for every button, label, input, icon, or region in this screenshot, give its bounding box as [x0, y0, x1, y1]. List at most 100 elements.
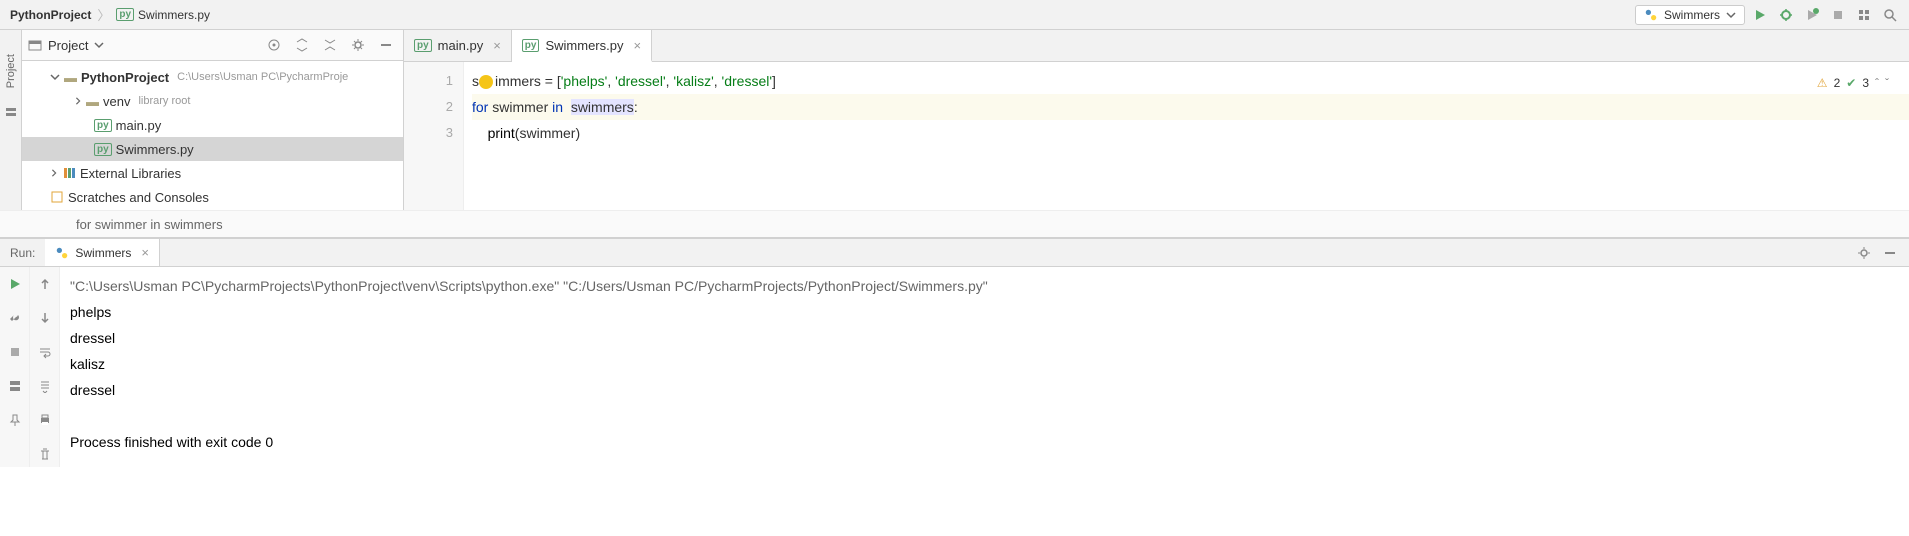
- chevron-up-icon[interactable]: ˆ: [1875, 70, 1879, 96]
- print-icon[interactable]: [34, 409, 56, 431]
- collapse-all-icon[interactable]: [319, 34, 341, 56]
- tree-venv[interactable]: ▬ venv library root: [22, 89, 403, 113]
- tree-external-libraries[interactable]: External Libraries: [22, 161, 403, 185]
- run-header: Run: Swimmers ×: [0, 239, 1909, 267]
- wrench-icon[interactable]: [4, 307, 26, 329]
- code-editor[interactable]: simmers = ['phelps', 'dressel', 'kalisz'…: [464, 62, 1909, 210]
- tab-swimmers[interactable]: py Swimmers.py ×: [512, 30, 652, 62]
- more-actions-icon[interactable]: [1853, 4, 1875, 26]
- hide-icon[interactable]: [1879, 242, 1901, 264]
- soft-wrap-icon[interactable]: [34, 341, 56, 363]
- line-number: 2: [404, 94, 453, 120]
- top-toolbar: PythonProject 〉 py Swimmers.py Swimmers: [0, 0, 1909, 30]
- folder-icon: ▬: [86, 94, 99, 109]
- run-config-selector[interactable]: Swimmers: [1635, 5, 1745, 25]
- warning-count: 2: [1834, 70, 1841, 96]
- debug-button[interactable]: [1775, 4, 1797, 26]
- search-icon[interactable]: [1879, 4, 1901, 26]
- scroll-to-end-icon[interactable]: [34, 375, 56, 397]
- structure-tool-icon[interactable]: [0, 102, 22, 124]
- run-tab[interactable]: Swimmers ×: [45, 239, 160, 266]
- breadcrumb-file[interactable]: py Swimmers.py: [116, 8, 210, 22]
- tab-main-label: main.py: [438, 38, 484, 53]
- project-tree: ▬ PythonProject C:\Users\Usman PC\Pychar…: [22, 61, 403, 210]
- main-area: Project Project ▬ PythonProject C:: [0, 30, 1909, 210]
- pin-icon[interactable]: [4, 409, 26, 431]
- check-count: 3: [1862, 70, 1869, 96]
- tree-project-root[interactable]: ▬ PythonProject C:\Users\Usman PC\Pychar…: [22, 65, 403, 89]
- gutter: 1 2 3: [404, 62, 464, 210]
- close-icon[interactable]: ×: [493, 38, 501, 53]
- chevron-down-icon: [94, 40, 104, 50]
- tree-root-label: PythonProject: [81, 70, 169, 85]
- chevron-down-icon[interactable]: ˇ: [1885, 70, 1889, 96]
- console-line: phelps: [70, 299, 1899, 325]
- hide-icon[interactable]: [375, 34, 397, 56]
- python-file-icon: py: [414, 39, 432, 52]
- tree-file-swimmers[interactable]: py Swimmers.py: [22, 137, 403, 161]
- console-output[interactable]: "C:\Users\Usman PC\PycharmProjects\Pytho…: [60, 267, 1909, 467]
- console-exit: Process finished with exit code 0: [70, 429, 1899, 455]
- line-number: 1: [404, 68, 453, 94]
- scratches-icon: [50, 190, 64, 204]
- libraries-icon: [62, 166, 76, 180]
- inspection-widget[interactable]: ⚠2 ✔3 ˆ ˇ: [1817, 70, 1889, 96]
- console-cmd: "C:\Users\Usman PC\PycharmProjects\Pytho…: [70, 273, 1899, 299]
- toolbar-right: Swimmers: [1635, 4, 1909, 26]
- run-settings-icon[interactable]: [1853, 242, 1875, 264]
- tree-root-path: C:\Users\Usman PC\PycharmProje: [177, 71, 348, 83]
- project-view-icon: [28, 38, 42, 52]
- tree-scratches[interactable]: Scratches and Consoles: [22, 185, 403, 209]
- python-config-icon: [55, 246, 69, 260]
- breadcrumb: PythonProject 〉 py Swimmers.py: [0, 5, 210, 24]
- breadcrumb-project[interactable]: PythonProject: [10, 8, 91, 22]
- settings-icon[interactable]: [347, 34, 369, 56]
- editor-body: 1 2 3 simmers = ['phelps', 'dressel', 'k…: [404, 62, 1909, 210]
- python-file-icon: py: [522, 39, 540, 52]
- down-arrow-icon[interactable]: [34, 307, 56, 329]
- console-line: dressel: [70, 325, 1899, 351]
- python-file-icon: py: [94, 143, 112, 156]
- run-toolbar-secondary: [30, 267, 60, 467]
- intention-bulb-icon[interactable]: [479, 75, 493, 89]
- folder-icon: ▬: [64, 70, 77, 85]
- run-with-coverage-button[interactable]: [1801, 4, 1823, 26]
- tab-swimmers-label: Swimmers.py: [545, 38, 623, 53]
- line-number: 3: [404, 120, 453, 146]
- breadcrumb-file-label: Swimmers.py: [138, 8, 210, 22]
- locate-icon[interactable]: [263, 34, 285, 56]
- trash-icon[interactable]: [34, 443, 56, 465]
- run-toolbar-primary: [0, 267, 30, 467]
- tree-file-main[interactable]: py main.py: [22, 113, 403, 137]
- tree-ext-libs-label: External Libraries: [80, 166, 181, 181]
- code-line-1: simmers = ['phelps', 'dressel', 'kalisz'…: [472, 68, 1909, 94]
- layout-icon[interactable]: [4, 375, 26, 397]
- editor-tabs: py main.py × py Swimmers.py ×: [404, 30, 1909, 62]
- python-file-icon: py: [94, 119, 112, 132]
- console-line: dressel: [70, 377, 1899, 403]
- stop-button[interactable]: [4, 341, 26, 363]
- tree-file-main-label: main.py: [116, 118, 162, 133]
- expand-all-icon[interactable]: [291, 34, 313, 56]
- tree-scratches-label: Scratches and Consoles: [68, 190, 209, 205]
- context-label[interactable]: for swimmer in swimmers: [76, 217, 223, 232]
- python-config-icon: [1644, 8, 1658, 22]
- close-icon[interactable]: ×: [141, 245, 149, 260]
- chevron-down-icon: [1726, 10, 1736, 20]
- rerun-button[interactable]: [4, 273, 26, 295]
- project-tool-tab[interactable]: Project: [3, 50, 19, 92]
- code-line-2: for swimmer in swimmers:: [472, 94, 1909, 120]
- project-panel-header: Project: [22, 30, 403, 61]
- run-tab-label: Swimmers: [75, 246, 131, 260]
- tab-main[interactable]: py main.py ×: [404, 30, 512, 61]
- stop-button[interactable]: [1827, 4, 1849, 26]
- run-button[interactable]: [1749, 4, 1771, 26]
- project-panel-title[interactable]: Project: [28, 38, 104, 53]
- close-icon[interactable]: ×: [633, 38, 641, 53]
- warning-icon: ⚠: [1817, 70, 1828, 96]
- run-body: "C:\Users\Usman PC\PycharmProjects\Pytho…: [0, 267, 1909, 467]
- chevron-right-icon: [50, 169, 58, 177]
- up-arrow-icon[interactable]: [34, 273, 56, 295]
- context-breadcrumb: for swimmer in swimmers: [0, 210, 1909, 238]
- left-tool-strip: Project: [0, 30, 22, 210]
